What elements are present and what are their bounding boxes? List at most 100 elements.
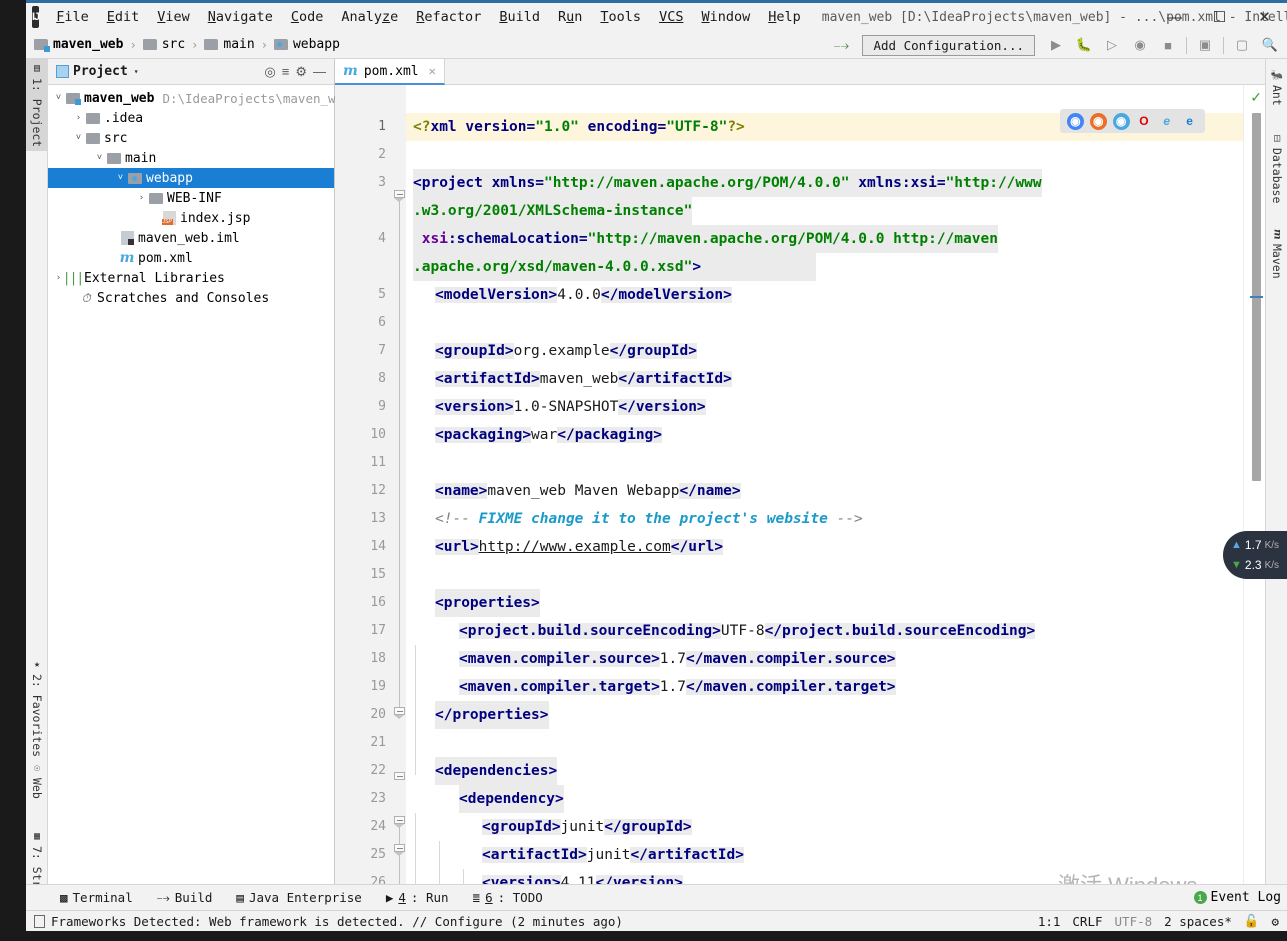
chevron-down-icon[interactable]: ▾ xyxy=(134,67,139,76)
expand-arrow-icon[interactable]: › xyxy=(72,113,85,123)
tree-item-label: Scratches and Consoles xyxy=(97,290,270,306)
expand-arrow-icon[interactable]: ˅ xyxy=(114,173,127,183)
build-hammer-icon[interactable]: ⤍ xyxy=(828,33,854,57)
project-structure-icon[interactable]: ▣ xyxy=(1192,33,1218,57)
menu-window[interactable]: Window xyxy=(692,6,759,28)
run-configuration-selector[interactable]: Add Configuration... xyxy=(862,34,1035,56)
download-arrow-icon: ▼ xyxy=(1231,559,1242,571)
select-run-target-icon[interactable]: ▢ xyxy=(1229,33,1255,57)
chrome-icon[interactable]: ◉ xyxy=(1066,112,1084,130)
run-icon[interactable]: ▶ xyxy=(1043,33,1069,57)
menu-build[interactable]: Build xyxy=(490,6,549,28)
tree-item-external-libraries[interactable]: › ||| External Libraries xyxy=(48,268,334,288)
sidebar-item-database[interactable]: ◫ Database xyxy=(1266,129,1287,207)
fold-marker-dependency[interactable] xyxy=(394,844,406,856)
navigation-toolbar: maven_web › src › main › webapp ⤍ Add Co… xyxy=(26,31,1287,59)
sidebar-item-ant[interactable]: 🐜 Ant xyxy=(1266,65,1287,110)
tree-item-pom-xml[interactable]: m pom.xml xyxy=(48,248,334,268)
menu-analyze[interactable]: Analyze xyxy=(332,6,407,28)
menu-run[interactable]: Run xyxy=(549,6,591,28)
caret-position[interactable]: 1:1 xyxy=(1038,914,1061,929)
breadcrumb-item-src[interactable]: src xyxy=(139,35,189,54)
menu-help[interactable]: Help xyxy=(759,6,810,28)
expand-arrow-icon[interactable]: › xyxy=(135,193,148,203)
menu-code[interactable]: Code xyxy=(282,6,333,28)
code-editor[interactable]: 1 2 3 4 5 6 7 8 9 10 11 12 13 14 15 16 1… xyxy=(335,85,1265,884)
edge-icon[interactable]: e xyxy=(1181,113,1198,130)
line-separator[interactable]: CRLF xyxy=(1072,914,1102,929)
menu-file[interactable]: File xyxy=(47,6,98,28)
tree-item-maven_web[interactable]: ˅ maven_web D:\IdeaProjects\maven_web xyxy=(48,88,351,108)
sidebar-item-web[interactable]: ☉ Web xyxy=(26,759,48,803)
download-speed-row: ▼ 2.3 K/s xyxy=(1231,555,1287,575)
network-speed-widget[interactable]: ▲ 1.7 K/s ▼ 2.3 K/s xyxy=(1223,531,1287,579)
tree-item-src[interactable]: ˅ src xyxy=(48,128,334,148)
tree-item-index-jsp[interactable]: index.jsp xyxy=(48,208,334,228)
tab-pom-xml[interactable]: m pom.xml ✕ xyxy=(335,59,445,85)
hide-panel-icon[interactable]: — xyxy=(313,64,326,79)
tree-item-webapp[interactable]: ˅ webapp xyxy=(48,168,334,188)
expand-arrow-icon[interactable]: ˅ xyxy=(93,153,106,163)
collapse-all-icon[interactable]: ≡ xyxy=(282,64,290,79)
stop-icon[interactable]: ■ xyxy=(1155,33,1181,57)
breadcrumb-item-main[interactable]: main xyxy=(200,35,258,54)
sidebar-item-favorites[interactable]: ★ 2: Favorites xyxy=(26,655,48,761)
tool-button-build[interactable]: ⤍ Build xyxy=(145,890,225,906)
menu-navigate[interactable]: Navigate xyxy=(199,6,282,28)
code-folding-column[interactable] xyxy=(394,85,406,884)
project-icon: ▤ xyxy=(31,63,43,74)
close-button[interactable]: ✕ xyxy=(1242,3,1287,31)
tool-button-prefix: 4 xyxy=(398,890,406,905)
internet-explorer-icon[interactable]: e xyxy=(1158,113,1175,130)
fold-marker-dependencies[interactable] xyxy=(394,816,406,828)
menu-tools[interactable]: Tools xyxy=(591,6,650,28)
tree-item-scratches-and-consoles[interactable]: ⏱ Scratches and Consoles xyxy=(48,288,334,308)
maximize-button[interactable]: ☐ xyxy=(1197,3,1242,31)
inspection-ok-icon[interactable]: ✓ xyxy=(1250,89,1262,106)
expand-arrow-icon[interactable]: ˅ xyxy=(52,93,65,103)
minimize-button[interactable]: — xyxy=(1152,3,1197,31)
menu-view[interactable]: View xyxy=(148,6,199,28)
profile-icon[interactable]: ◉ xyxy=(1127,33,1153,57)
tool-button-run[interactable]: ▶ 4 : Run xyxy=(374,890,461,905)
sidebar-item-maven[interactable]: m Maven xyxy=(1266,225,1287,282)
file-encoding[interactable]: UTF-8 xyxy=(1115,914,1153,929)
tree-item-maven_web-iml[interactable]: maven_web.iml xyxy=(48,228,334,248)
menu-refactor[interactable]: Refactor xyxy=(407,6,490,28)
breadcrumb-item-maven_web[interactable]: maven_web xyxy=(30,35,127,54)
indent-setting[interactable]: 2 spaces* xyxy=(1164,914,1232,929)
editor-scrollbar[interactable]: ✓ xyxy=(1243,85,1265,884)
tree-item-web-inf[interactable]: › WEB-INF xyxy=(48,188,334,208)
tree-item-main[interactable]: ˅ main xyxy=(48,148,334,168)
fold-marker-project[interactable] xyxy=(394,190,406,202)
unlocked-icon[interactable]: 🔓 xyxy=(1244,913,1260,929)
locate-icon[interactable]: ◎ xyxy=(264,64,275,80)
line-number: 3 xyxy=(378,175,386,190)
menu-vcs[interactable]: VCS xyxy=(650,6,692,28)
opera-icon[interactable]: O xyxy=(1135,113,1152,130)
breadcrumb-item-webapp[interactable]: webapp xyxy=(270,35,344,54)
status-message[interactable]: Frameworks Detected: Web framework is de… xyxy=(51,914,623,929)
debug-icon[interactable]: 🐛 xyxy=(1071,33,1097,57)
fold-marker-properties-end[interactable] xyxy=(394,772,406,783)
breadcrumb-separator: › xyxy=(129,37,137,52)
expand-arrow-icon[interactable]: ˅ xyxy=(72,133,85,143)
run-with-coverage-icon[interactable]: ▷ xyxy=(1099,33,1125,57)
tool-button-terminal[interactable]: ▩ Terminal xyxy=(48,890,145,905)
sidebar-item-project[interactable]: ▤ 1: Project xyxy=(26,59,48,152)
safari-icon[interactable]: ◉ xyxy=(1112,112,1130,130)
inspection-icon[interactable]: ⚙ xyxy=(1271,914,1279,929)
event-log-button[interactable]: 1 Event Log xyxy=(1193,890,1281,905)
firefox-icon[interactable]: ◉ xyxy=(1089,112,1107,130)
settings-gear-icon[interactable]: ⚙ xyxy=(295,64,307,80)
tree-item-label: .idea xyxy=(104,110,144,126)
menu-edit[interactable]: Edit xyxy=(98,6,149,28)
search-everywhere-icon[interactable]: 🔍 xyxy=(1257,33,1283,57)
tool-button-java-enterprise[interactable]: ▤ Java Enterprise xyxy=(224,890,373,905)
tree-item-idea[interactable]: › .idea xyxy=(48,108,334,128)
fold-marker-properties[interactable] xyxy=(394,707,406,719)
close-icon[interactable]: ✕ xyxy=(429,64,436,78)
sidebar-item-label: Web xyxy=(30,778,44,799)
tool-button-todo[interactable]: ≣ 6 : TODO xyxy=(461,890,555,905)
code-content[interactable]: <?xml version="1.0" encoding="UTF-8"?> <… xyxy=(406,85,1265,884)
